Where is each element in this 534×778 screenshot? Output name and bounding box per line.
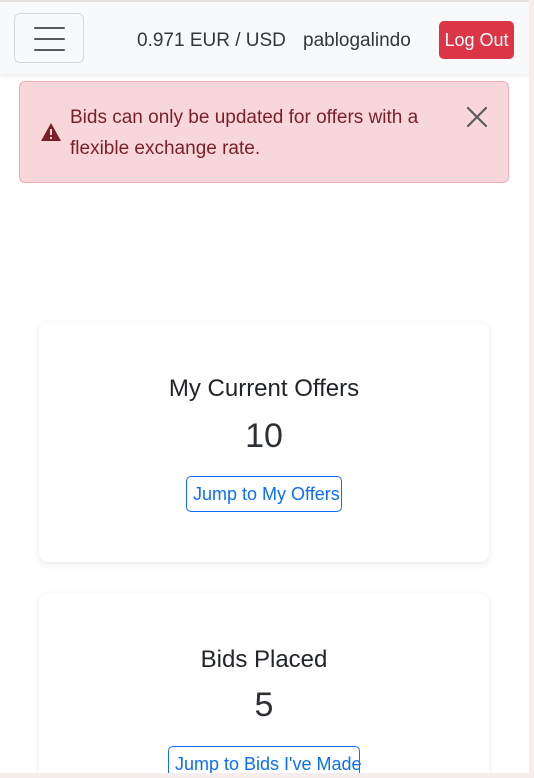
bids-card: Bids Placed 5 Jump to Bids I've Made xyxy=(39,594,489,778)
offers-card: My Current Offers 10 Jump to My Offers xyxy=(39,323,489,562)
logout-button[interactable]: Log Out xyxy=(439,21,514,59)
exchange-rate: 0.971 EUR / USD xyxy=(137,30,286,51)
offers-card-title: My Current Offers xyxy=(168,375,360,402)
alert: Bids can only be updated for offers with… xyxy=(19,81,509,183)
close-icon[interactable] xyxy=(465,105,489,129)
offers-count: 10 xyxy=(245,417,283,455)
bottom-edge xyxy=(0,773,534,778)
jump-to-offers-button[interactable]: Jump to My Offers xyxy=(186,476,342,512)
scrollbar-track[interactable] xyxy=(529,0,534,778)
username: pablogalindo xyxy=(303,30,411,51)
bids-card-title: Bids Placed xyxy=(200,646,328,673)
page: 0.971 EUR / USD pablogalindo Log Out Bid… xyxy=(0,0,534,778)
bids-count: 5 xyxy=(254,686,274,724)
menu-toggle-button[interactable] xyxy=(14,13,84,63)
warning-triangle-icon xyxy=(40,122,62,142)
alert-message: Bids can only be updated for offers with… xyxy=(70,107,419,159)
navbar: 0.971 EUR / USD pablogalindo Log Out xyxy=(0,0,529,74)
